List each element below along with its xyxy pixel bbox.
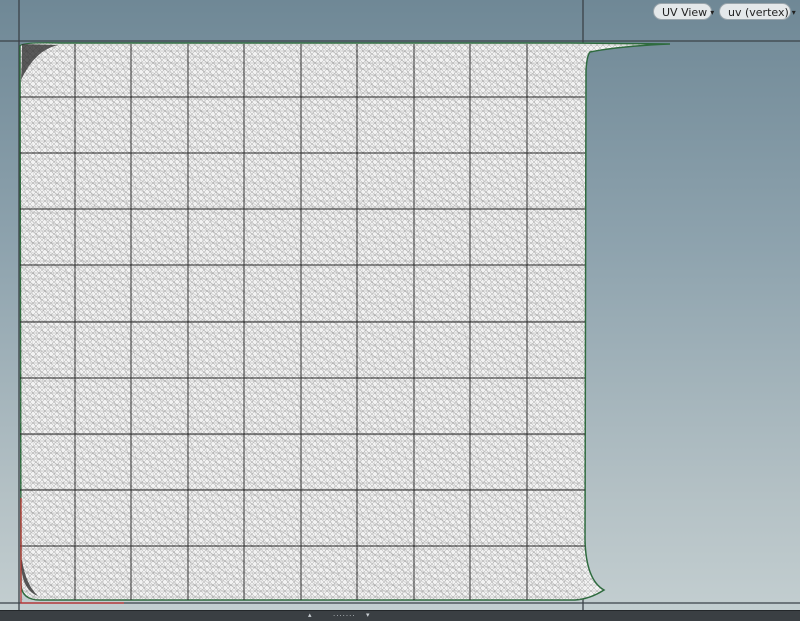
collapse-down-icon[interactable]: ▾ — [366, 611, 370, 619]
chevron-down-icon: ▾ — [791, 8, 796, 17]
uv-attribute-dropdown[interactable]: uv (vertex) ▾ — [719, 3, 796, 20]
uv-canvas[interactable] — [0, 0, 800, 620]
collapse-up-icon[interactable]: ▴ — [308, 611, 312, 619]
chevron-down-icon: ▾ — [710, 8, 715, 17]
uv-view-label: UV View — [662, 6, 708, 19]
uv-view-dropdown[interactable]: UV View ▾ — [653, 3, 715, 20]
uv-viewport[interactable]: UV View ▾ uv (vertex) ▾ ▴ ······· ▾ — [0, 0, 800, 621]
pane-resize-handle[interactable]: ······· — [333, 612, 356, 620]
bottom-bar: ▴ ······· ▾ — [0, 610, 800, 621]
uv-island-mesh[interactable] — [19, 42, 671, 601]
uv-attribute-label: uv (vertex) — [728, 6, 789, 19]
